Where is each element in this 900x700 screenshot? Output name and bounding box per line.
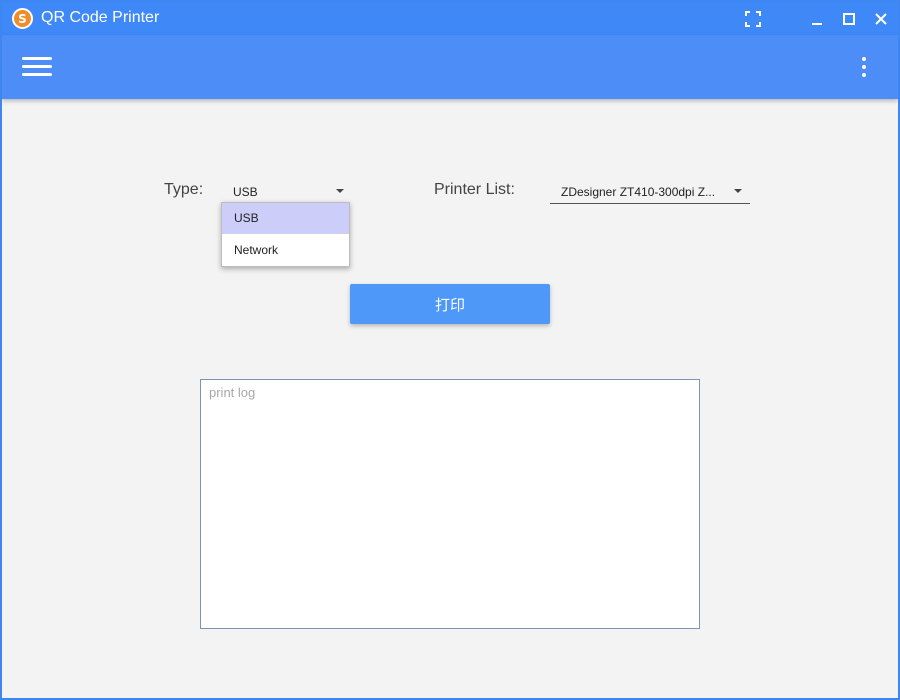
type-dropdown-menu: USB Network bbox=[221, 202, 350, 267]
fullscreen-icon bbox=[745, 10, 761, 27]
type-label: Type: bbox=[164, 181, 204, 198]
chevron-down-icon bbox=[336, 189, 344, 193]
type-option-network[interactable]: Network bbox=[222, 235, 349, 266]
minimize-button[interactable] bbox=[800, 2, 834, 35]
app-logo-icon: S bbox=[12, 8, 33, 29]
type-select[interactable]: USB bbox=[222, 180, 350, 204]
app-window: S QR Code Printer Type: USB Printer List… bbox=[0, 0, 900, 700]
chevron-down-icon bbox=[734, 189, 742, 193]
more-vert-icon[interactable] bbox=[852, 53, 876, 81]
hamburger-menu-icon[interactable] bbox=[20, 53, 54, 81]
close-icon bbox=[875, 12, 887, 25]
printer-select-value: ZDesigner ZT410-300dpi Z... bbox=[561, 185, 716, 199]
title-bar[interactable]: S QR Code Printer bbox=[2, 2, 898, 35]
fullscreen-button[interactable] bbox=[736, 2, 770, 35]
app-bar bbox=[2, 35, 898, 99]
window-title: QR Code Printer bbox=[41, 9, 160, 26]
type-select-value: USB bbox=[233, 185, 258, 199]
type-option-usb[interactable]: USB bbox=[222, 203, 349, 234]
print-log-textarea[interactable] bbox=[200, 379, 700, 629]
printer-list-select[interactable]: ZDesigner ZT410-300dpi Z... bbox=[550, 180, 750, 204]
app-logo-letter: S bbox=[18, 11, 27, 26]
print-button[interactable]: 打印 bbox=[350, 284, 550, 324]
close-button[interactable] bbox=[864, 2, 898, 35]
minimize-icon bbox=[812, 22, 822, 25]
maximize-button[interactable] bbox=[832, 2, 866, 35]
maximize-icon bbox=[843, 12, 855, 25]
printer-list-label: Printer List: bbox=[434, 181, 515, 198]
